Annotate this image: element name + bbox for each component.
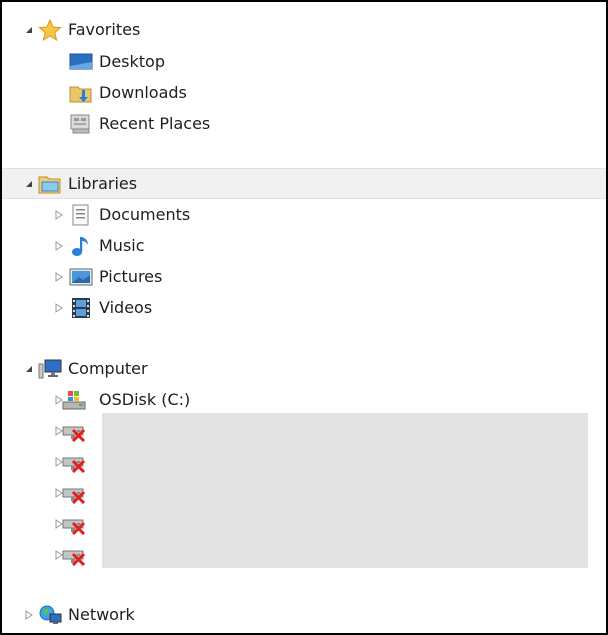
recent-places-icon: [69, 113, 93, 135]
nav-item-label: Pictures: [99, 267, 163, 286]
nav-item-videos[interactable]: Videos: [2, 292, 606, 323]
documents-icon: [69, 204, 93, 226]
pictures-icon: [69, 266, 93, 288]
expanded-arrow-icon[interactable]: [22, 353, 36, 384]
nav-item-label: Recent Places: [99, 114, 211, 133]
nav-item-music[interactable]: Music: [2, 230, 606, 261]
music-note-icon: [69, 235, 93, 257]
nav-item-osdisk[interactable]: OSDisk (C:): [2, 384, 606, 415]
nav-item-label: Downloads: [99, 83, 187, 102]
expanded-arrow-icon[interactable]: [22, 169, 36, 198]
film-strip-icon: [69, 297, 93, 319]
nav-group-favorites[interactable]: Favorites: [2, 14, 606, 45]
disconnected-network-drive-icon: [62, 420, 86, 442]
nav-group-computer[interactable]: Computer: [2, 353, 606, 384]
nav-group-libraries[interactable]: Libraries: [2, 168, 606, 199]
windows-drive-icon: [62, 389, 86, 411]
desktop-icon: [69, 51, 93, 73]
nav-item-pictures[interactable]: Pictures: [2, 261, 606, 292]
collapsed-arrow-icon[interactable]: [22, 599, 36, 630]
collapsed-arrow-icon[interactable]: [52, 199, 66, 230]
redacted-drive-labels: [102, 413, 588, 568]
nav-item-label: Music: [99, 236, 145, 255]
expanded-arrow-icon[interactable]: [22, 14, 36, 45]
nav-group-label: Computer: [68, 359, 148, 378]
navigation-pane: Favorites Desktop Downloads Recent Place…: [0, 0, 608, 635]
nav-item-label: OSDisk (C:): [99, 390, 191, 409]
nav-group-network[interactable]: Network: [2, 599, 606, 630]
libraries-folder-icon: [38, 173, 62, 195]
nav-item-label: Videos: [99, 298, 153, 317]
disconnected-network-drive-icon: [62, 513, 86, 535]
network-icon: [38, 604, 62, 626]
disconnected-network-drive-icon: [62, 482, 86, 504]
disconnected-network-drive-icon: [62, 544, 86, 566]
collapsed-arrow-icon[interactable]: [52, 292, 66, 323]
nav-group-label: Libraries: [68, 174, 138, 193]
downloads-folder-icon: [69, 82, 93, 104]
disconnected-network-drive-icon: [62, 451, 86, 473]
collapsed-arrow-icon[interactable]: [52, 261, 66, 292]
nav-item-label: Desktop: [99, 52, 165, 71]
nav-item-recent-places[interactable]: Recent Places: [2, 108, 606, 139]
nav-item-documents[interactable]: Documents: [2, 199, 606, 230]
nav-group-label: Favorites: [68, 20, 141, 39]
collapsed-arrow-icon[interactable]: [52, 230, 66, 261]
nav-item-label: Documents: [99, 205, 191, 224]
computer-icon: [38, 358, 62, 380]
star-icon: [38, 18, 62, 41]
nav-group-label: Network: [68, 605, 135, 624]
nav-item-desktop[interactable]: Desktop: [2, 46, 606, 77]
nav-item-downloads[interactable]: Downloads: [2, 77, 606, 108]
